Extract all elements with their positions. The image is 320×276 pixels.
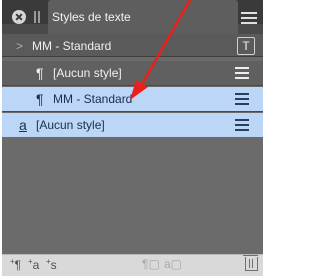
close-icon[interactable] [12,10,26,24]
row-menu-icon[interactable] [235,119,249,131]
new-character-style-button[interactable]: +a [28,257,39,272]
row-menu-icon[interactable] [235,93,249,105]
style-row-selected[interactable]: ¶ MM - Standard [2,87,263,112]
character-icon: a [19,117,27,133]
window-frame: Styles de texte > MM - Standard T ¶ [Auc… [0,0,265,276]
tab-text-styles[interactable]: Styles de texte [48,0,238,34]
apply-style-icon[interactable]: T [237,37,255,55]
tab-title: Styles de texte [52,10,131,24]
paragraph-icon: ¶ [36,65,44,81]
style-name: [Aucun style] [53,66,122,80]
paragraph-icon: ¶ [36,91,44,107]
current-style-label: MM - Standard [32,39,112,53]
styles-list-empty-area [2,137,263,254]
current-style-header: > MM - Standard T [2,34,263,57]
panel-menu-icon[interactable] [241,9,257,25]
delete-icon[interactable] [243,255,258,271]
panel-tab-bar: Styles de texte [2,0,263,34]
chevron-right-icon[interactable]: > [16,39,23,53]
new-group-button[interactable]: +s [46,257,57,272]
row-menu-icon[interactable] [235,67,249,79]
text-styles-panel: Styles de texte > MM - Standard T ¶ [Auc… [2,0,263,276]
style-name: MM - Standard [53,92,133,106]
detach-character-icon: a▢ [164,257,183,271]
new-paragraph-style-button[interactable]: +¶ [10,257,21,272]
grip-icon[interactable] [34,11,40,23]
style-row[interactable]: ¶ [Aucun style] [2,61,263,86]
detach-paragraph-icon: ¶▢ [142,257,160,271]
style-name: [Aucun style] [36,118,105,132]
panel-footer: +¶ +a +s ¶▢ a▢ [2,254,263,276]
style-row[interactable]: a [Aucun style] [2,113,263,138]
